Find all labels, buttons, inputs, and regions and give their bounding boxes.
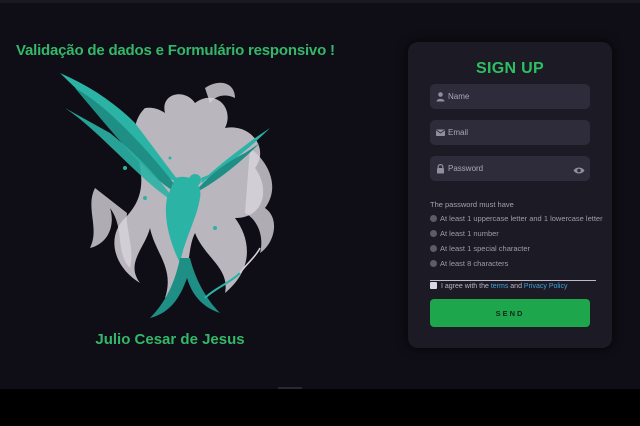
password-rule: At least 8 characters: [430, 259, 508, 271]
rule-status-dot-icon: [430, 260, 437, 267]
bottom-bar: [0, 389, 640, 426]
terms-link[interactable]: terms: [491, 283, 509, 290]
phoenix-illustration: [60, 73, 275, 318]
password-field: [430, 156, 590, 181]
email-field: [430, 120, 590, 145]
lock-icon: [435, 163, 446, 174]
page-headline: Validação de dados e Formulário responsi…: [16, 42, 335, 59]
privacy-policy-link[interactable]: Privacy Policy: [524, 283, 568, 290]
show-password-eye-icon[interactable]: [573, 163, 585, 174]
name-field: [430, 84, 590, 109]
password-rule: At least 1 uppercase letter and 1 lowerc…: [430, 214, 603, 226]
rule-status-dot-icon: [430, 230, 437, 237]
user-icon: [435, 91, 446, 102]
mail-icon: [435, 127, 446, 138]
signup-card: SIGN UP The password must have At least …: [408, 42, 612, 348]
agree-and-text: and: [510, 283, 522, 290]
email-input[interactable]: [448, 120, 570, 145]
rule-status-dot-icon: [430, 245, 437, 252]
signup-title: SIGN UP: [476, 60, 544, 77]
password-rules-title: The password must have: [430, 200, 514, 209]
name-input[interactable]: [448, 84, 570, 109]
send-button[interactable]: SEND: [430, 299, 590, 327]
password-input[interactable]: [448, 156, 570, 181]
divider: [430, 280, 596, 281]
agree-text: I agree with the: [441, 283, 489, 290]
author-name: Julio Cesar de Jesus: [95, 331, 245, 348]
rule-status-dot-icon: [430, 215, 437, 222]
agree-checkbox[interactable]: [430, 282, 437, 289]
password-rule: At least 1 number: [430, 229, 499, 241]
password-rule: At least 1 special character: [430, 244, 530, 256]
agree-row: I agree with the terms and Privacy Polic…: [430, 282, 568, 294]
